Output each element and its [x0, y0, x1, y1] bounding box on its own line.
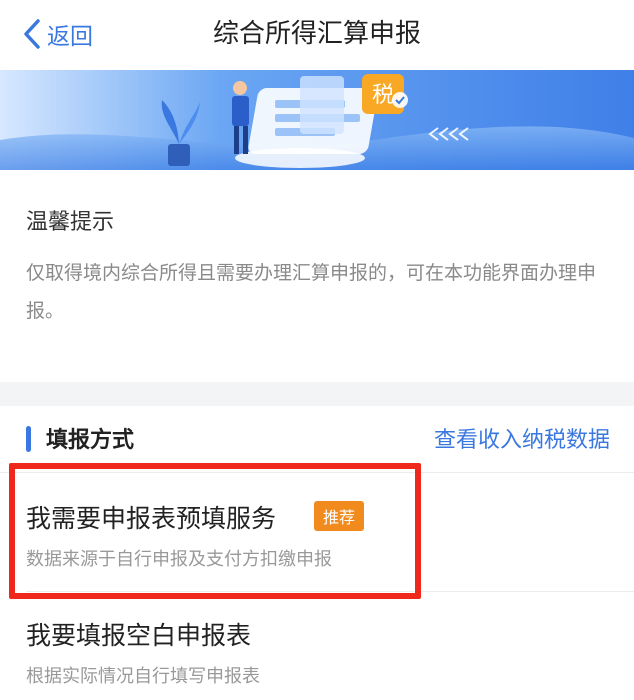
tips-title: 温馨提示: [26, 210, 115, 235]
view-income-tax-data-link[interactable]: 查看收入纳税数据: [434, 422, 610, 454]
banner-image: 税: [0, 70, 634, 170]
tips-body: 仅取得境内综合所得且需要办理汇算申报的，可在本功能界面办理申报。: [26, 262, 597, 322]
option-blank-form[interactable]: 我要填报空白申报表 根据实际情况自行填写申报表: [0, 592, 634, 700]
section-accent-bar: [26, 426, 31, 452]
banner-illustration: 税: [0, 70, 634, 170]
tax-badge-icon: 税: [362, 74, 408, 114]
option-title: 我需要申报表预填服务: [26, 504, 277, 533]
option-subtitle: 根据实际情况自行填写申报表: [26, 666, 260, 687]
recommended-badge: 推荐: [314, 501, 365, 531]
section-gap: [0, 382, 634, 406]
page-title: 综合所得汇算申报: [212, 19, 421, 49]
option-prefill-service[interactable]: 我需要申报表预填服务 推荐 数据来源于自行申报及支付方扣缴申报: [0, 473, 634, 591]
section-header: 填报方式 查看收入纳税数据: [0, 406, 634, 472]
section-title: 填报方式: [46, 428, 135, 453]
option-subtitle: 数据来源于自行申报及支付方扣缴申报: [26, 549, 332, 570]
option-title: 我要填报空白申报表: [26, 621, 252, 650]
filing-method-section: 填报方式 查看收入纳税数据 我需要申报表预填服务 推荐 数据来源于自行申报及支付…: [0, 406, 634, 700]
navigation-bar: 返回 综合所得汇算申报: [0, 0, 634, 70]
svg-text:税: 税: [372, 83, 394, 108]
tips-card: 温馨提示 仅取得境内综合所得且需要办理汇算申报的，可在本功能界面办理申报。: [0, 170, 634, 382]
